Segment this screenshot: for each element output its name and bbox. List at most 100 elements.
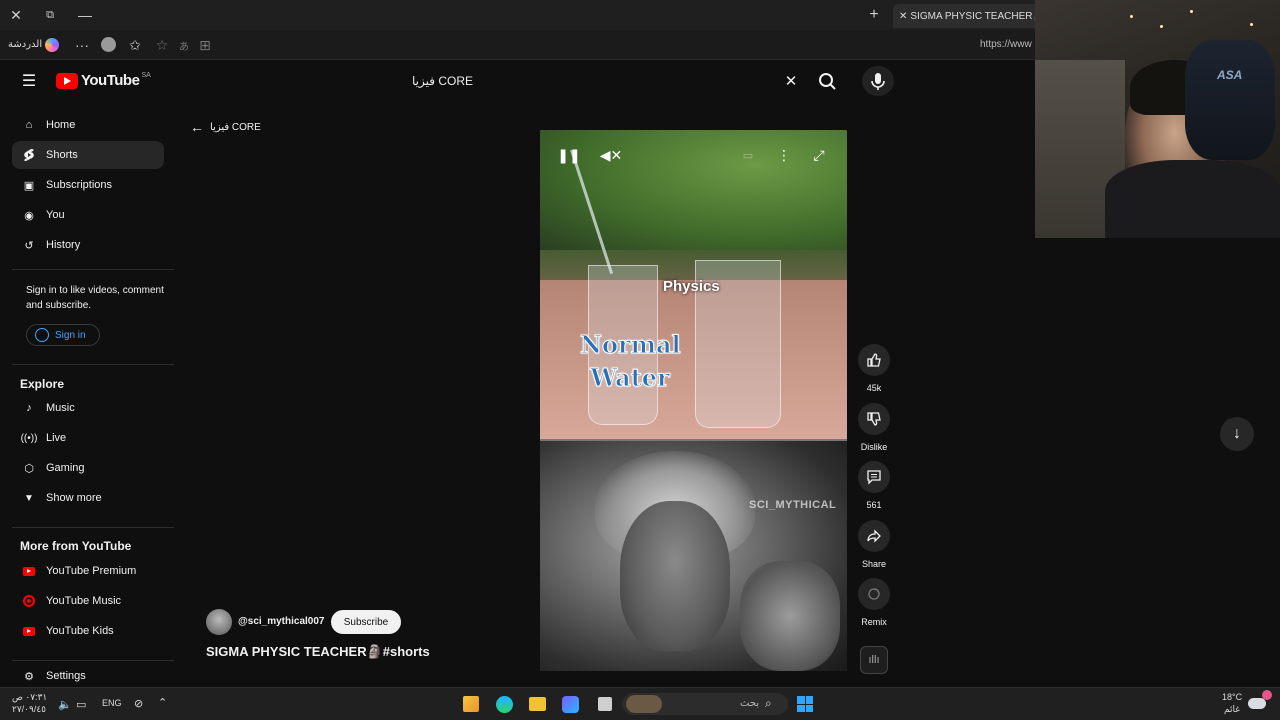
minimize-icon[interactable]: — xyxy=(77,6,93,24)
file-explorer-icon[interactable] xyxy=(529,697,546,711)
subscriptions-icon: ▣ xyxy=(23,179,35,192)
start-icon[interactable] xyxy=(797,696,813,712)
language-indicator[interactable]: ENG xyxy=(102,698,122,708)
active-tab[interactable]: ✕ SIGMA PHYSIC TEACHER🗿#sho xyxy=(893,4,1043,28)
sidebar-item-shorts[interactable]: Shorts xyxy=(12,141,164,169)
taskbar-search-box[interactable]: بحث ⌕ xyxy=(622,693,788,715)
chat-label[interactable]: الدردشة xyxy=(8,39,42,50)
video-watermark: SCI_MYTHICAL xyxy=(749,499,837,511)
taskbar-search-placeholder: بحث xyxy=(740,698,760,709)
shorts-video-player[interactable]: Physics Normal Water ❚❚ ◀✕ ▭ ⋮ ⤢ SCI_MYT… xyxy=(540,130,847,671)
back-to-search[interactable]: ← فيزيا CORE xyxy=(190,119,261,135)
translate-icon[interactable]: あ xyxy=(176,36,192,54)
sound-thumbnail[interactable]: ıllı xyxy=(860,646,888,674)
sidebar-item-premium[interactable]: YouTube Premium xyxy=(12,557,164,585)
arrow-down-icon: ↓ xyxy=(1233,425,1241,442)
favorites-icon[interactable]: ✩ xyxy=(127,36,143,54)
sidebar-item-label: Home xyxy=(46,119,76,131)
channel-handle[interactable]: @sci_mythical007 xyxy=(238,616,324,627)
shorts-icon xyxy=(12,148,46,162)
thumbs-down-icon xyxy=(867,412,881,426)
search-button[interactable] xyxy=(810,66,844,96)
remix-button[interactable] xyxy=(858,578,890,610)
next-short-button[interactable]: ↓ xyxy=(1220,417,1254,451)
signin-prompt: Sign in to like videos, comment and subs… xyxy=(26,285,164,311)
search-input[interactable]: فيزيا CORE xyxy=(412,74,473,88)
fullscreen-icon[interactable]: ⤢ xyxy=(810,146,828,164)
sidebar-item-kids[interactable]: YouTube Kids xyxy=(12,617,164,645)
share-button[interactable] xyxy=(858,520,890,552)
arrow-back-icon: ← xyxy=(190,119,204,135)
volume-icon[interactable]: 🔈 xyxy=(58,698,72,711)
restore-icon[interactable]: ⧉ xyxy=(42,6,58,24)
back-label: فيزيا CORE xyxy=(210,121,261,133)
comments-button[interactable] xyxy=(858,461,890,493)
sidebar-item-music[interactable]: ♪ Music xyxy=(12,394,164,422)
sidebar-divider xyxy=(12,364,174,365)
new-tab-icon[interactable]: + xyxy=(866,6,882,24)
app-window-icon[interactable] xyxy=(598,697,612,711)
webcam-overlay: ASA xyxy=(1035,0,1280,238)
youtube-kids-icon xyxy=(23,626,35,636)
explore-heading: Explore xyxy=(20,377,65,391)
app-icon[interactable]: ⊞ xyxy=(197,36,213,54)
like-button[interactable] xyxy=(858,344,890,376)
clear-search-icon[interactable]: ✕ xyxy=(782,72,800,90)
gear-icon: ⚙ xyxy=(24,670,34,683)
youtube-logo[interactable]: YouTube SA xyxy=(56,72,151,89)
share-icon xyxy=(867,529,881,543)
more-heading: More from YouTube xyxy=(20,539,132,553)
voice-search-button[interactable] xyxy=(862,66,894,96)
user-icon: ◉ xyxy=(24,209,34,222)
sidebar-item-label: Show more xyxy=(46,492,102,504)
chevron-up-icon[interactable]: ⌃ xyxy=(158,696,167,709)
sidebar-item-history[interactable]: ↺ History xyxy=(12,231,164,259)
clock-time[interactable]: ٠٧:٣١ ص xyxy=(12,692,47,703)
menu-icon[interactable]: ☰ xyxy=(20,72,38,90)
sidebar-item-gaming[interactable]: ⬡ Gaming xyxy=(12,454,164,482)
dislike-label: Dislike xyxy=(860,442,888,452)
pause-icon[interactable]: ❚❚ xyxy=(557,146,580,164)
channel-avatar[interactable] xyxy=(206,609,232,635)
thumbs-up-icon xyxy=(867,353,881,367)
captions-icon[interactable]: ▭ xyxy=(740,148,756,162)
more-icon[interactable]: ··· xyxy=(74,36,90,54)
overlay-normal-water-text: Normal Water xyxy=(580,330,682,393)
more-options-icon[interactable]: ⋮ xyxy=(776,146,792,164)
weather-temp[interactable]: 18°C xyxy=(1222,692,1242,702)
copilot-app-icon[interactable] xyxy=(562,696,579,713)
network-icon[interactable]: ▭ xyxy=(76,698,86,711)
account-icon xyxy=(35,328,49,342)
profile-icon[interactable] xyxy=(101,37,116,52)
subscribe-button[interactable]: Subscribe xyxy=(331,610,401,634)
youtube-play-icon xyxy=(56,72,78,89)
sidebar-item-settings[interactable]: ⚙ Settings xyxy=(12,668,164,684)
tab-title: SIGMA PHYSIC TEACHER🗿#sho xyxy=(910,10,1043,22)
mute-icon[interactable]: ◀✕ xyxy=(600,146,623,164)
home-icon: ⌂ xyxy=(25,119,33,131)
sidebar-show-more[interactable]: ▼ Show more xyxy=(12,484,164,512)
sidebar-item-you[interactable]: ◉ You xyxy=(12,201,164,229)
copilot-icon[interactable] xyxy=(45,38,59,52)
fairy-lights xyxy=(1130,15,1133,18)
sidebar-item-label: YouTube Music xyxy=(46,595,122,607)
sidebar-item-label: Shorts xyxy=(46,149,78,161)
mic-icon xyxy=(871,73,885,90)
sidebar-divider xyxy=(12,269,174,270)
weather-condition[interactable]: غائم xyxy=(1224,704,1240,715)
notification-muted-icon[interactable]: ⊘ xyxy=(134,697,143,710)
star-icon[interactable]: ☆ xyxy=(154,36,170,54)
edge-icon[interactable] xyxy=(496,696,513,713)
sidebar-item-yt-music[interactable]: YouTube Music xyxy=(12,587,164,615)
tab-close-icon[interactable]: ✕ xyxy=(899,11,907,22)
sidebar-item-live[interactable]: ((•)) Live xyxy=(12,424,164,452)
address-url[interactable]: https://www xyxy=(980,39,1032,50)
signin-button[interactable]: Sign in xyxy=(26,324,100,346)
dislike-button[interactable] xyxy=(858,403,890,435)
clock-date[interactable]: ٢٧/٠٩/٤٥ xyxy=(12,704,46,715)
store-icon[interactable] xyxy=(463,696,479,712)
close-icon[interactable]: ✕ xyxy=(8,6,24,24)
sidebar-item-home[interactable]: ⌂ Home xyxy=(12,111,164,139)
live-icon: ((•)) xyxy=(20,432,38,444)
sidebar-item-subscriptions[interactable]: ▣ Subscriptions xyxy=(12,171,164,199)
